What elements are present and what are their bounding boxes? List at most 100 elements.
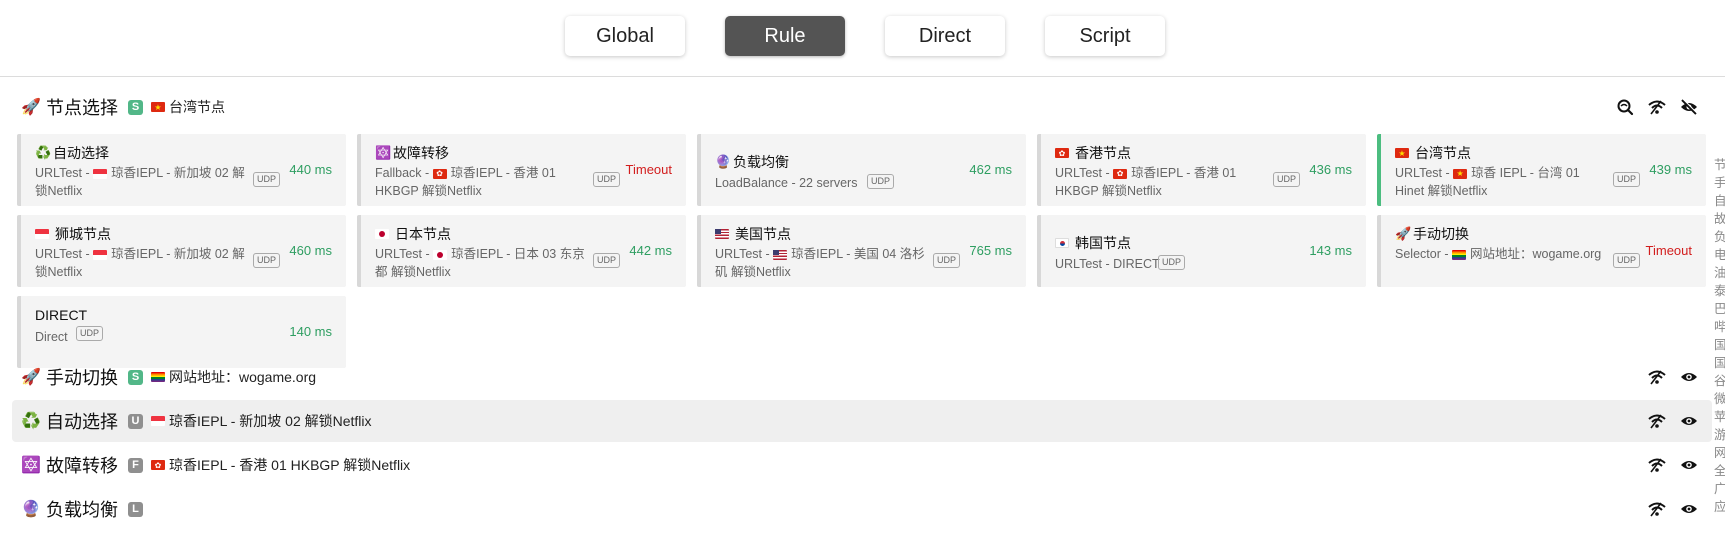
proxy-card[interactable]: 韩国节点 URLTest - DIRECT UDP 143 ms	[1037, 215, 1366, 287]
proxy-card[interactable]: 🚀 手动切换 Selector - 网站地址：wogame.org UDP Tim…	[1377, 215, 1706, 287]
mode-global-button[interactable]: Global	[565, 16, 685, 56]
proxy-description: URLTest - ★ 琼香 IEPL - 台湾 01 Hinet 解锁Netfl…	[1395, 166, 1580, 198]
group-current-proxy-label: 台湾节点	[169, 99, 225, 115]
proxy-delay[interactable]: 442 ms	[629, 243, 672, 258]
group-name: 自动选择	[46, 412, 118, 432]
flag-cn-icon: ★	[151, 102, 165, 112]
flag-rainbow-icon	[151, 372, 165, 382]
proxy-delay[interactable]: 440 ms	[289, 162, 332, 177]
group-name: 负载均衡	[46, 500, 118, 520]
rocket-icon: 🚀	[21, 369, 41, 386]
flag-hk-icon: ✿	[432, 168, 447, 179]
udp-badge: UDP	[933, 253, 961, 268]
proxy-name: 手动切换	[1413, 226, 1469, 242]
eye-off-icon[interactable]	[1680, 98, 1698, 116]
proxy-name: 香港节点	[1075, 145, 1131, 161]
flag-us-icon	[715, 229, 729, 239]
proxy-name: 故障转移	[393, 145, 449, 161]
udp-badge: UDP	[253, 253, 281, 268]
flag-hk-icon: ✿	[151, 460, 165, 470]
proxy-group-header[interactable]: 🔯 故障转移 F ✿ 琼香IEPL - 香港 01 HKBGP 解锁Netfli…	[12, 444, 1712, 486]
group-name: 故障转移	[46, 456, 118, 476]
wifi-icon[interactable]	[1648, 368, 1666, 386]
proxy-delay[interactable]: Timeout	[626, 162, 672, 177]
udp-badge: UDP	[1613, 253, 1641, 268]
group-type-badge: U	[128, 413, 143, 429]
proxy-delay[interactable]: 143 ms	[1309, 243, 1352, 258]
flag-kr-icon	[1055, 238, 1069, 248]
eye-icon[interactable]	[1680, 368, 1698, 386]
proxy-description: URLTest - 琼香IEPL - 新加坡 02 解锁Netflix	[35, 247, 245, 279]
proxy-card[interactable]: 🔯 故障转移 Fallback - ✿ 琼香IEPL - 香港 01 HKBGP 解…	[357, 134, 686, 206]
fallback-icon: 🔯	[21, 457, 41, 474]
proxy-card[interactable]: ♻️ 自动选择 URLTest - 琼香IEPL - 新加坡 02 解锁Netfl…	[17, 134, 346, 206]
flag-sg-icon	[93, 249, 108, 260]
udp-badge: UDP	[253, 172, 281, 187]
wifi-icon[interactable]	[1648, 98, 1666, 116]
flag-hk-icon: ✿	[1055, 148, 1069, 158]
group-current-proxy-label: 琼香IEPL - 新加坡 02 解锁Netflix	[169, 413, 372, 429]
group-current-proxy: ✿ 琼香IEPL - 香港 01 HKBGP 解锁Netflix	[151, 455, 410, 475]
proxy-description: Direct	[35, 330, 68, 344]
wifi-icon[interactable]	[1648, 456, 1666, 474]
proxy-group-header[interactable]: 🚀 节点选择 S ★ 台湾节点	[12, 86, 1712, 128]
group-current-proxy: 琼香IEPL - 新加坡 02 解锁Netflix	[151, 411, 372, 431]
wifi-icon[interactable]	[1648, 500, 1666, 518]
proxy-name: DIRECT	[35, 307, 88, 323]
wifi-icon[interactable]	[1648, 412, 1666, 430]
proxy-description: Selector - 网站地址：wogame.org	[1395, 247, 1602, 261]
proxy-group-header[interactable]: ♻️ 自动选择 U 琼香IEPL - 新加坡 02 解锁Netflix	[12, 400, 1712, 442]
proxy-delay[interactable]: 436 ms	[1309, 162, 1352, 177]
flag-sg-icon	[93, 168, 108, 179]
mode-direct-button[interactable]: Direct	[885, 16, 1005, 56]
proxy-card[interactable]: 日本节点 URLTest - 琼香IEPL - 日本 03 东京都 解锁Netf…	[357, 215, 686, 287]
mode-script-button[interactable]: Script	[1045, 16, 1165, 56]
proxy-delay[interactable]: 460 ms	[289, 243, 332, 258]
proxy-group-header[interactable]: 🔮 负载均衡 L	[12, 488, 1712, 530]
proxy-delay[interactable]: 439 ms	[1649, 162, 1692, 177]
flag-cn-icon: ★	[1453, 168, 1468, 179]
proxy-delay[interactable]: 140 ms	[289, 324, 332, 339]
proxy-card[interactable]: 狮城节点 URLTest - 琼香IEPL - 新加坡 02 解锁Netflix…	[17, 215, 346, 287]
udp-badge: UDP	[1613, 172, 1641, 187]
delay-check-icon[interactable]	[1616, 98, 1634, 116]
mode-rule-button[interactable]: Rule	[725, 16, 845, 56]
group-current-proxy-label: 琼香IEPL - 香港 01 HKBGP 解锁Netflix	[169, 457, 411, 473]
flag-us-icon	[773, 249, 788, 260]
eye-icon[interactable]	[1680, 500, 1698, 518]
udp-badge: UDP	[867, 174, 895, 189]
udp-badge: UDP	[593, 253, 621, 268]
group-type-badge: S	[128, 369, 143, 385]
flag-sg-icon	[35, 229, 49, 239]
proxy-card[interactable]: 美国节点 URLTest - 琼香IEPL - 美国 04 洛杉矶 解锁Netf…	[697, 215, 1026, 287]
proxy-card-selected[interactable]: ★ 台湾节点 URLTest - ★ 琼香 IEPL - 台湾 01 Hinet 解…	[1377, 134, 1706, 206]
eye-icon[interactable]	[1680, 456, 1698, 474]
eye-icon[interactable]	[1680, 412, 1698, 430]
flag-rainbow-icon	[1451, 249, 1466, 260]
recycle-icon: ♻️	[21, 413, 41, 430]
group-index-column: 节手自 故负电 油泰巴 哔国国 谷微苹 游网全 广应	[1714, 158, 1725, 514]
proxy-delay[interactable]: 765 ms	[969, 243, 1012, 258]
proxy-description: URLTest - ✿ 琼香IEPL - 香港 01 HKBGP 解锁Netfli…	[1055, 166, 1237, 198]
flag-hk-icon: ✿	[1113, 168, 1128, 179]
crystal-ball-icon: 🔮	[715, 154, 732, 169]
group-type-badge: L	[128, 501, 143, 517]
crystal-ball-icon: 🔮	[21, 501, 41, 518]
proxy-description: Fallback - ✿ 琼香IEPL - 香港 01 HKBGP 解锁Netfl…	[375, 166, 556, 198]
proxy-group-header[interactable]: 🚀 手动切换 S 网站地址：wogame.org	[12, 356, 1712, 398]
proxy-delay[interactable]: 462 ms	[969, 162, 1012, 177]
proxy-name: 美国节点	[735, 226, 791, 242]
proxy-card[interactable]: 🔮 负载均衡 LoadBalance - 22 servers UDP 462 m…	[697, 134, 1026, 206]
proxy-delay[interactable]: Timeout	[1646, 243, 1692, 258]
proxy-card[interactable]: ✿ 香港节点 URLTest - ✿ 琼香IEPL - 香港 01 HKBGP 解锁…	[1037, 134, 1366, 206]
proxy-name: 负载均衡	[733, 154, 789, 170]
group-type-badge: F	[128, 457, 143, 473]
proxy-description: URLTest - 琼香IEPL - 新加坡 02 解锁Netflix	[35, 166, 245, 198]
group-name: 节点选择	[46, 98, 118, 118]
flag-cn-icon: ★	[1395, 148, 1409, 158]
flag-sg-icon	[151, 416, 165, 426]
group-type-badge: S	[128, 99, 143, 115]
udp-badge: UDP	[1273, 172, 1301, 187]
proxy-name: 狮城节点	[55, 226, 111, 242]
proxy-name: 台湾节点	[1415, 145, 1471, 161]
